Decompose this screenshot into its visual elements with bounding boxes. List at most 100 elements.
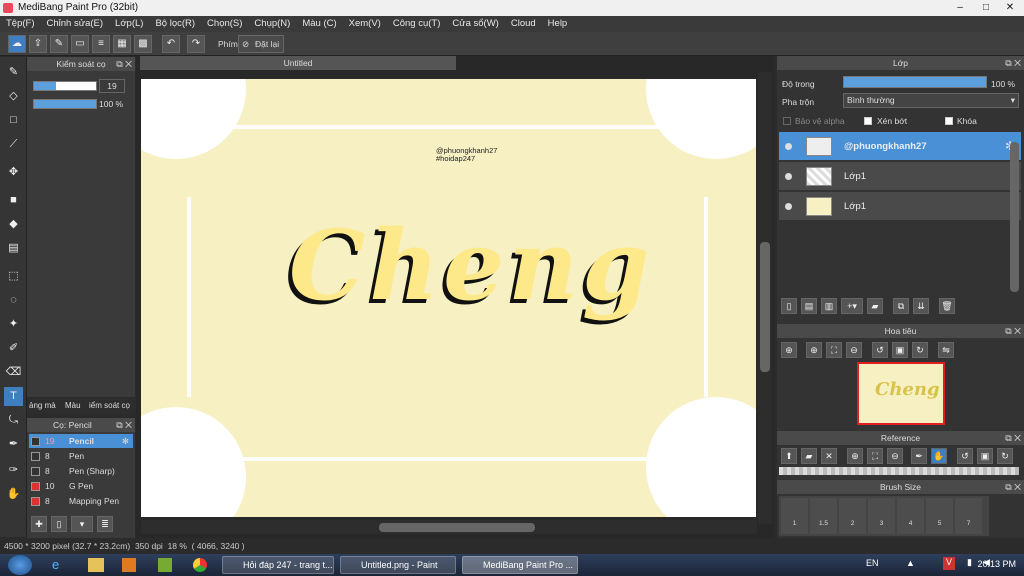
menu-cloud[interactable]: Cloud (505, 16, 542, 32)
open-folder-icon[interactable]: ▰ (801, 448, 817, 464)
brush-size-cell[interactable]: 3 (868, 498, 895, 534)
brush-row[interactable]: 8 Pen (Sharp) (29, 464, 133, 478)
zoom-out-icon[interactable]: ⊖ (887, 448, 903, 464)
brush-menu-icon[interactable]: ▾ (71, 516, 93, 532)
add-brush-icon[interactable]: ✚ (31, 516, 47, 532)
close-reference-icon[interactable]: ✕ (821, 448, 837, 464)
layer-opacity-slider[interactable] (843, 76, 987, 88)
comment-icon[interactable]: ✎ (50, 35, 68, 53)
page-icon[interactable]: ▭ (71, 35, 89, 53)
taskbar-item-browser[interactable]: Hỏi đáp 247 - trang t... (222, 556, 334, 574)
text-icon[interactable]: T (4, 387, 23, 406)
brush-row[interactable]: 8 Pen (29, 449, 133, 463)
clipping-checkbox[interactable] (864, 117, 872, 125)
rotate-right-icon[interactable]: ↻ (997, 448, 1013, 464)
add-layer-menu-icon[interactable]: +▾ (841, 298, 863, 314)
brush-size-cell[interactable]: 1.5 (810, 498, 837, 534)
folder-icon[interactable]: ▰ (867, 298, 883, 314)
taskbar-item-medibang[interactable]: MediBang Paint Pro ... (462, 556, 578, 574)
vertical-scroll-thumb[interactable] (760, 242, 770, 372)
fit-icon[interactable]: ⛶ (826, 342, 842, 358)
brush-size-cell[interactable]: 4 (897, 498, 924, 534)
merge-layer-icon[interactable]: ⇊ (913, 298, 929, 314)
brush-stroke-icon[interactable]: ⟋ (4, 135, 23, 154)
panel-icon[interactable]: ▦ (113, 35, 131, 53)
menu-layer[interactable]: Lớp(L) (109, 16, 149, 32)
brush-size-cell[interactable]: 2 (839, 498, 866, 534)
brush-row[interactable]: 8 Mapping Pen (29, 494, 133, 508)
panel-close-icon[interactable]: ⧉ ✕ (1005, 56, 1021, 70)
visibility-icon[interactable] (785, 203, 792, 210)
network-icon[interactable]: ▮ (967, 557, 972, 568)
tab-color[interactable]: Màu (65, 398, 85, 414)
eraser-icon[interactable]: ◇ (4, 87, 23, 106)
protect-alpha-checkbox[interactable] (783, 117, 791, 125)
brush-size-cell[interactable]: 7 (955, 498, 982, 534)
new-brush-icon[interactable]: ▯ (51, 516, 67, 532)
rotate-left-icon[interactable]: ↺ (957, 448, 973, 464)
size-slider[interactable] (33, 81, 97, 91)
panel-close-icon[interactable]: ⧉ ✕ (1005, 431, 1021, 445)
cloud-icon[interactable]: ☁ (8, 35, 26, 53)
brush-size-cell[interactable]: 5 (926, 498, 953, 534)
tab-brush-control[interactable]: iểm soát cọ (89, 398, 135, 414)
zoom-out-icon[interactable]: ⊖ (846, 342, 862, 358)
lock-checkbox[interactable] (945, 117, 953, 125)
menu-select[interactable]: Chọn(S) (201, 16, 248, 32)
bucket-icon[interactable]: ◆ (4, 215, 23, 234)
menu-filter[interactable]: Bộ lọc(R) (149, 16, 201, 32)
menu-window[interactable]: Cửa sổ(W) (446, 16, 504, 32)
visibility-icon[interactable] (785, 173, 792, 180)
menu-help[interactable]: Help (542, 16, 574, 32)
zoom-in-icon[interactable]: ⊕ (781, 342, 797, 358)
eyedropper-icon[interactable]: ✒ (911, 448, 927, 464)
select-pen-icon[interactable]: ✐ (4, 339, 23, 358)
trash-icon[interactable]: 🗑 (939, 298, 955, 314)
menu-color[interactable]: Màu (C) (296, 16, 342, 32)
reset-rotation-icon[interactable]: ▣ (977, 448, 993, 464)
brush-row[interactable]: 19 Pencil ✻ (29, 434, 133, 448)
panel-close-icon[interactable]: ⧉ ✕ (1005, 324, 1021, 338)
lasso-icon[interactable]: ◌ (4, 291, 23, 310)
zoom-in-icon[interactable]: ⊕ (847, 448, 863, 464)
layer-scrollbar[interactable] (1010, 142, 1019, 292)
app-icon[interactable] (158, 558, 172, 572)
reset-rotation-icon[interactable]: ▣ (892, 342, 908, 358)
new-layer-icon[interactable]: ▯ (781, 298, 797, 314)
document-icon[interactable]: ≡ (92, 35, 110, 53)
brush-icon[interactable]: ✎ (4, 63, 23, 82)
visibility-icon[interactable] (785, 143, 792, 150)
gradient-icon[interactable]: ▤ (4, 239, 23, 258)
grid-icon[interactable]: ▩ (134, 35, 152, 53)
redo-icon[interactable]: ↷ (187, 35, 205, 53)
panel-close-icon[interactable]: ⧉ ✕ (1005, 480, 1021, 494)
hand-icon[interactable]: ✋ (4, 485, 23, 504)
navigator-thumbnail[interactable]: Cheng (857, 362, 945, 425)
menu-file[interactable]: Tệp(F) (0, 16, 41, 32)
maximize-button[interactable]: □ (974, 0, 998, 16)
reference-add-icon[interactable]: ⬆ (781, 448, 797, 464)
flip-icon[interactable]: ⇋ (938, 342, 954, 358)
close-button[interactable]: ✕ (998, 0, 1022, 16)
rectangle-icon[interactable]: □ (4, 111, 23, 130)
fill-icon[interactable]: ■ (4, 191, 23, 210)
brush-row[interactable]: 10 G Pen (29, 479, 133, 493)
pen-icon[interactable]: ✑ (4, 461, 23, 480)
horizontal-scroll-thumb[interactable] (379, 523, 535, 532)
magic-wand-icon[interactable]: ✦ (4, 315, 23, 334)
operation-icon[interactable]: ⤿ (4, 411, 23, 430)
chrome-icon[interactable] (193, 558, 207, 572)
new-8bit-layer-icon[interactable]: ▥ (821, 298, 837, 314)
reset-button[interactable]: ⊘ Đặt lại (238, 35, 284, 53)
rotate-left-icon[interactable]: ↺ (872, 342, 888, 358)
select-eraser-icon[interactable]: ⌫ (4, 363, 23, 382)
eyedropper-icon[interactable]: ✒ (4, 435, 23, 454)
panel-close-icon[interactable]: ⧉ ✕ (116, 57, 132, 71)
rotate-right-icon[interactable]: ↻ (912, 342, 928, 358)
media-player-icon[interactable] (122, 558, 136, 572)
duplicate-layer-icon[interactable]: ⧉ (893, 298, 909, 314)
brush-size-cell[interactable]: 1 (781, 498, 808, 534)
size-value[interactable]: 19 (99, 79, 125, 93)
gear-icon[interactable]: ✻ (122, 434, 129, 448)
blend-mode-select[interactable]: Bình thường ▾ (843, 93, 1019, 108)
